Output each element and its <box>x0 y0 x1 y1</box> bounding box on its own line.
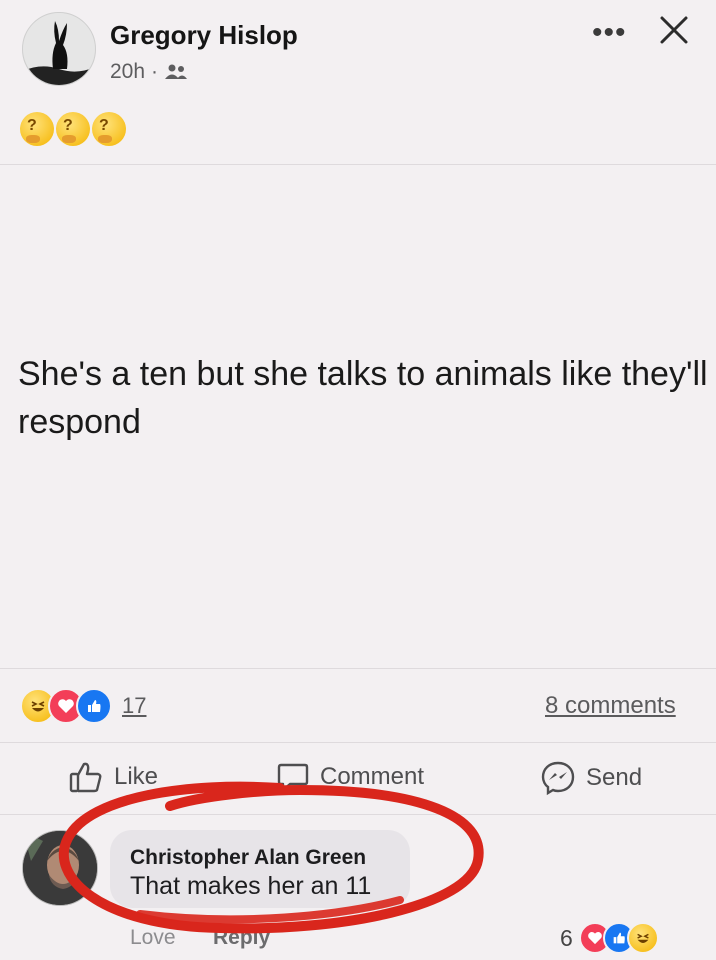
haha-reaction-icon <box>626 922 659 954</box>
commenter-avatar[interactable] <box>22 830 98 906</box>
thumbs-up-icon <box>69 762 102 793</box>
divider <box>0 814 716 815</box>
divider <box>0 668 716 669</box>
comment-author-name[interactable]: Christopher Alan Green <box>130 846 366 870</box>
author-avatar[interactable] <box>22 12 96 86</box>
like-reaction-icon <box>76 688 112 724</box>
like-label: Like <box>114 763 159 790</box>
more-options-icon[interactable]: ••• <box>592 16 627 50</box>
meta-separator: · <box>151 60 159 83</box>
comment-reactions[interactable]: 6 <box>560 922 659 954</box>
divider <box>0 164 716 165</box>
comments-count-link[interactable]: 8 comments <box>545 692 676 720</box>
comment-love-action[interactable]: Love <box>130 926 176 950</box>
post-emoji-row <box>20 112 126 146</box>
divider <box>0 742 716 743</box>
comment-bubble-icon <box>277 763 309 792</box>
comment-reaction-count: 6 <box>560 924 573 951</box>
comment-reply-action[interactable]: Reply <box>213 926 270 950</box>
close-icon[interactable] <box>654 10 694 50</box>
post-author-name[interactable]: Gregory Hislop <box>110 20 298 51</box>
like-button[interactable]: Like <box>68 760 158 794</box>
post-meta: 20h · <box>110 60 188 84</box>
comment-label: Comment <box>320 763 425 790</box>
reaction-count[interactable]: 17 <box>122 693 146 719</box>
thinking-face-icon <box>92 112 126 146</box>
send-label: Send <box>586 764 643 791</box>
send-button[interactable]: Send <box>540 760 642 796</box>
friends-icon <box>165 64 188 79</box>
comment-text: That makes her an 11 <box>130 872 372 900</box>
comment-button[interactable]: Comment <box>276 760 424 794</box>
messenger-icon <box>541 761 575 796</box>
post-text: She's a ten but she talks to animals lik… <box>18 355 708 441</box>
post-time[interactable]: 20h <box>110 60 145 84</box>
thinking-face-icon <box>56 112 90 146</box>
thinking-face-icon <box>20 112 54 146</box>
reactions-summary[interactable]: 17 <box>20 688 146 724</box>
